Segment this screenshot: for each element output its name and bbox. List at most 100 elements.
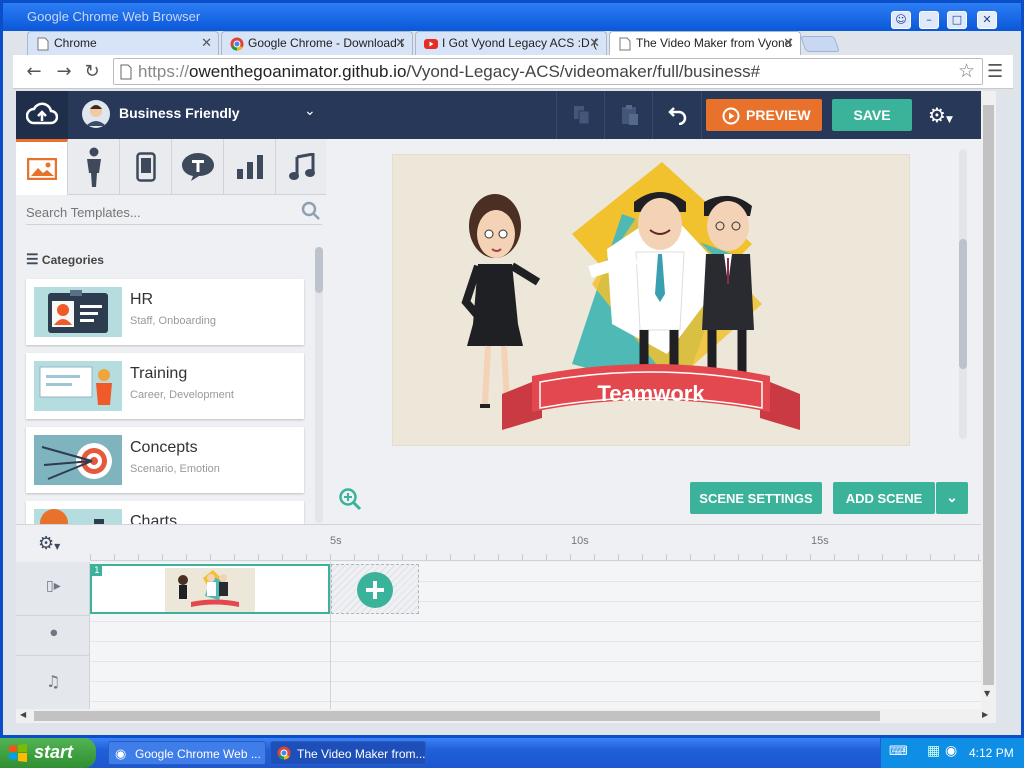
start-button[interactable]: start [0,738,96,768]
bookmark-star-icon[interactable]: ☆ [958,60,975,82]
scene-thumbnail [165,568,255,612]
theme-selector[interactable]: Business Friendly ⌄ [72,91,326,139]
tab-youtube[interactable]: I Got Vyond Legacy ACS :D ( ✕ [415,31,607,55]
scroll-right-arrow-icon[interactable]: ▶ [982,710,988,719]
scroll-down-arrow-icon[interactable]: ▼ [984,689,990,698]
category-title: Concepts [130,439,198,456]
bar-chart-icon [236,155,263,179]
tab-google-chrome-download[interactable]: Google Chrome - Download t ✕ [221,31,413,55]
maximize-button[interactable]: □ [947,11,967,29]
tick-label: 10s [571,535,589,547]
category-card-hr[interactable]: HR Staff, Onboarding [26,279,304,345]
close-tab-icon[interactable]: ✕ [783,35,794,51]
category-subtitle: Career, Development [130,389,234,401]
video-maker-app: Business Friendly ⌄ PREVIEW SAVE ⚙▼ Sear… [16,91,981,711]
volume-icon[interactable]: ◉ [945,743,957,759]
add-scene-dropdown-chevron-icon[interactable]: ⌄ [936,482,968,514]
panel-scrollbar[interactable] [315,247,323,523]
copy-button[interactable] [556,91,604,139]
menu-icon[interactable]: ☰ [987,61,1003,82]
template-search [26,199,322,225]
network-icon[interactable]: ▦ [927,743,940,759]
window-title: Google Chrome Web Browser [27,9,201,24]
close-tab-icon[interactable]: ✕ [589,35,600,51]
chrome-icon [230,37,244,51]
stage-scroll-thumb[interactable] [959,239,967,369]
scene-clip[interactable]: 1 [90,564,330,614]
scene-canvas[interactable]: Teamwork [392,154,910,446]
tab-label: Chrome [54,36,97,50]
chevron-down-icon: ⌄ [304,103,316,119]
user-icon[interactable]: ☺ [891,11,911,29]
paste-icon [622,105,638,125]
timeline-settings-gear-icon[interactable]: ⚙▼ [38,533,60,554]
add-scene-placeholder[interactable] [331,564,419,614]
save-button[interactable]: SAVE [832,99,912,131]
browser-toolbar: ← → ↻ https://owenthegoanimator.github.i… [13,55,1013,89]
timeline: ⚙▼ 5s 10s 15s ▯▸ ⚫ ♫ 1 [16,524,981,711]
category-subtitle: Scenario, Emotion [130,463,220,475]
categories-heading: ☰ Categories [26,251,104,268]
category-card-concepts[interactable]: Concepts Scenario, Emotion [26,427,304,493]
task-google-chrome-web[interactable]: ◉ Google Chrome Web ... [108,741,266,765]
address-bar[interactable]: https://owenthegoanimator.github.io/Vyon… [113,58,983,85]
tracks-area: 1 [90,562,981,711]
chrome-icon [277,746,291,760]
phone-icon [135,152,156,182]
task-video-maker[interactable]: The Video Maker from... [270,741,426,765]
add-scene-button[interactable]: ADD SCENE [833,482,935,514]
video-camera-icon: ▯▸ [46,578,61,594]
scene-settings-button[interactable]: SCENE SETTINGS [690,482,822,514]
zoom-in-icon[interactable] [338,487,362,511]
raccoon-app-icon: ◉ [115,746,127,761]
character-icon [86,147,101,187]
track-headers: ▯▸ ⚫ ♫ [16,562,90,711]
horizontal-scrollbar[interactable]: ◀ ▶ [16,709,996,723]
back-arrow-icon[interactable]: ← [23,61,45,83]
category-title: Charts [130,513,178,524]
close-button[interactable]: ✕ [977,11,997,29]
start-label: start [34,742,74,762]
page-scrollbar[interactable]: ▼ [981,91,996,711]
reload-icon[interactable]: ↻ [81,61,103,83]
youtube-icon [424,39,438,49]
search-input[interactable] [26,202,286,222]
preview-button[interactable]: PREVIEW [706,99,822,131]
tab-video-maker[interactable]: The Video Maker from Vyond ✕ [609,31,801,55]
music-note-icon: ♫ [46,672,61,691]
settings-gear-icon[interactable]: ⚙▼ [928,103,953,127]
tab-sounds[interactable] [276,139,328,195]
plus-icon [357,572,393,608]
tab-chrome[interactable]: Chrome ✕ [27,31,219,55]
paste-button[interactable] [604,91,652,139]
forward-arrow-icon[interactable]: → [53,61,75,83]
tab-text[interactable] [172,139,224,195]
search-icon[interactable] [301,201,321,221]
minimize-button[interactable]: – [919,11,939,29]
close-tab-icon[interactable]: ✕ [201,35,212,51]
video-track-header: ▯▸ [16,562,90,616]
copy-icon [574,106,590,125]
tab-label: Google Chrome - Download t [248,36,404,50]
stage-scrollbar[interactable] [959,149,967,439]
horizontal-scroll-thumb[interactable] [34,711,880,721]
id-badge-thumbnail [34,287,122,337]
close-tab-icon[interactable]: ✕ [395,35,406,51]
category-card-training[interactable]: Training Career, Development [26,353,304,419]
tab-characters[interactable] [68,139,120,195]
tab-charts[interactable] [224,139,276,195]
upload-button[interactable] [16,91,68,139]
undo-button[interactable] [652,91,702,139]
tab-backgrounds[interactable] [16,139,68,195]
tick-label: 5s [330,535,342,547]
category-card-charts[interactable]: Charts [26,501,304,524]
title-bar: Google Chrome Web Browser ☺ – □ ✕ [3,3,1021,31]
scroll-left-arrow-icon[interactable]: ◀ [20,710,26,719]
panel-scroll-thumb[interactable] [315,247,323,293]
keyboard-icon[interactable]: ⌨ [889,744,908,759]
new-tab-button[interactable] [800,36,840,52]
target-thumbnail [34,435,122,485]
timeline-ruler[interactable]: 5s 10s 15s [90,525,981,561]
page-scroll-thumb[interactable] [983,105,994,685]
tab-props[interactable] [120,139,172,195]
